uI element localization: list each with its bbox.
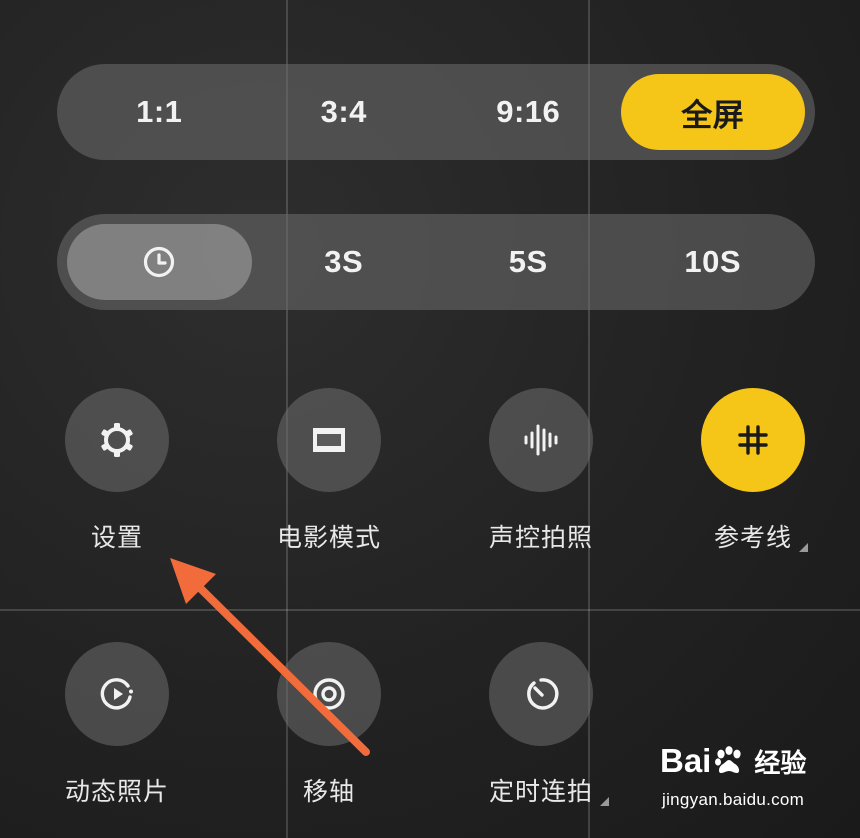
grid-icon: [738, 425, 768, 455]
feature-label: 参考线: [713, 518, 808, 554]
timer-option-5s[interactable]: 5S: [436, 224, 621, 300]
timer-option-3s[interactable]: 3S: [252, 224, 437, 300]
soundwave-icon: [524, 424, 558, 456]
feature-timer-burst[interactable]: 定时连拍: [441, 642, 641, 808]
feature-voice-shutter[interactable]: 声控拍照: [441, 388, 641, 554]
feature-grid-lines[interactable]: 参考线: [653, 388, 853, 554]
expand-corner-icon[interactable]: [600, 797, 609, 806]
feature-label: 移轴: [302, 778, 355, 806]
feature-label: 动态照片: [64, 778, 169, 806]
feature-settings[interactable]: 设置: [17, 388, 217, 554]
timer-option-off[interactable]: [67, 224, 252, 300]
camera-settings-screen: 1:1 3:4 9:16 全屏 3S 5S 10S 设置 电影模式 声控拍照 参…: [0, 0, 860, 838]
feature-tilt-shift[interactable]: 移轴: [229, 642, 429, 808]
watermark-url: jingyan.baidu.com: [662, 790, 805, 809]
timer-option-10s[interactable]: 10S: [621, 224, 806, 300]
gear-icon: [101, 423, 133, 457]
settings-button[interactable]: [65, 388, 169, 492]
feature-label: 电影模式: [276, 524, 381, 552]
ratio-option-1-1[interactable]: 1:1: [67, 74, 252, 150]
timer-burst-icon: [527, 678, 559, 710]
feature-label: 定时连拍: [488, 772, 609, 808]
camera-grid-line: [0, 609, 860, 611]
baidu-brand-text: Bai: [660, 742, 712, 779]
expand-corner-icon[interactable]: [799, 543, 808, 552]
timer-selector: 3S 5S 10S: [57, 214, 815, 310]
paw-icon: [715, 746, 741, 773]
ratio-option-9-16[interactable]: 9:16: [436, 74, 621, 150]
jingyan-text: 经验: [754, 747, 807, 778]
cinema-mode-button[interactable]: [277, 388, 381, 492]
feature-label-text: 参考线: [713, 524, 792, 552]
ratio-option-3-4[interactable]: 3:4: [252, 74, 437, 150]
live-photo-icon: [100, 678, 133, 710]
feature-cinema-mode[interactable]: 电影模式: [229, 388, 429, 554]
live-photo-button[interactable]: [65, 642, 169, 746]
tilt-shift-button[interactable]: [277, 642, 381, 746]
feature-label: 设置: [90, 524, 143, 552]
widescreen-icon: [313, 428, 345, 452]
ratio-option-fullscreen[interactable]: 全屏: [620, 74, 805, 150]
timer-burst-button[interactable]: [489, 642, 593, 746]
feature-label: 声控拍照: [488, 524, 593, 552]
aspect-ratio-selector: 1:1 3:4 9:16 全屏: [57, 64, 815, 160]
grid-lines-button[interactable]: [701, 388, 805, 492]
feature-live-photo[interactable]: 动态照片: [17, 642, 217, 808]
baidu-logo: Bai 经验: [660, 742, 806, 780]
feature-label-text: 定时连拍: [488, 778, 593, 806]
tilt-shift-icon: [313, 678, 345, 710]
voice-shutter-button[interactable]: [489, 388, 593, 492]
clock-icon: [144, 246, 175, 278]
baidu-jingyan-watermark: Bai 经验 jingyan.baidu.com: [660, 742, 850, 822]
